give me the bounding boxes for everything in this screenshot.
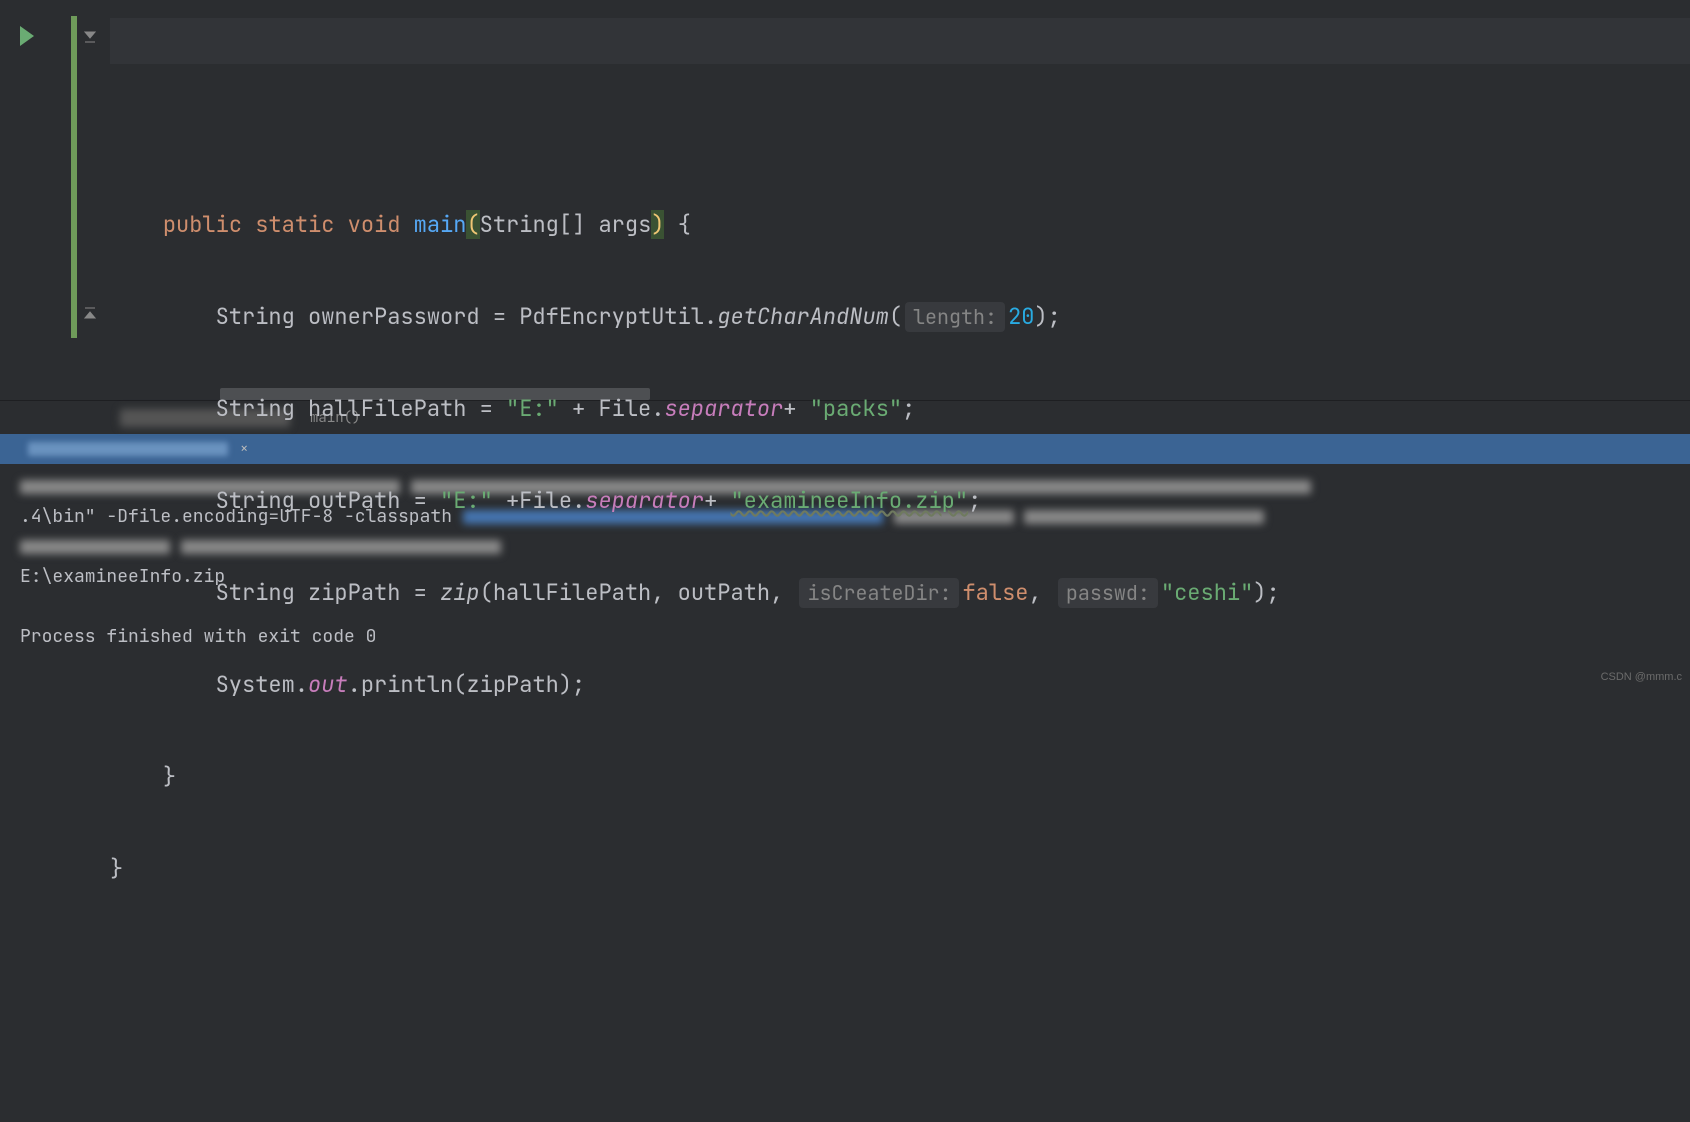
change-marker bbox=[71, 16, 77, 338]
inlay-hint: passwd: bbox=[1058, 578, 1158, 608]
code-line[interactable]: String hallFilePath = "E:" + File.separa… bbox=[110, 386, 1690, 432]
fold-toggle-icon[interactable] bbox=[84, 30, 96, 44]
run-icon[interactable] bbox=[20, 26, 34, 46]
editor-gutter bbox=[0, 0, 110, 400]
code-line[interactable]: } bbox=[110, 754, 1690, 800]
code-line[interactable]: String ownerPassword = PdfEncryptUtil.ge… bbox=[110, 294, 1690, 340]
code-line[interactable]: String outPath = "E:" +File.separator+ "… bbox=[110, 478, 1690, 524]
code-line[interactable]: String zipPath = zip(hallFilePath, outPa… bbox=[110, 570, 1690, 616]
fold-end-icon[interactable] bbox=[84, 306, 96, 320]
code-line[interactable]: System.out.println(zipPath); bbox=[110, 662, 1690, 708]
code-line[interactable]: } bbox=[110, 846, 1690, 892]
inlay-hint: isCreateDir: bbox=[799, 578, 959, 608]
current-line-highlight bbox=[110, 18, 1690, 64]
code-editor[interactable]: public static void main(String[] args) {… bbox=[0, 0, 1690, 400]
inlay-hint: length: bbox=[905, 302, 1005, 332]
code-line[interactable]: public static void main(String[] args) { bbox=[110, 202, 1690, 248]
